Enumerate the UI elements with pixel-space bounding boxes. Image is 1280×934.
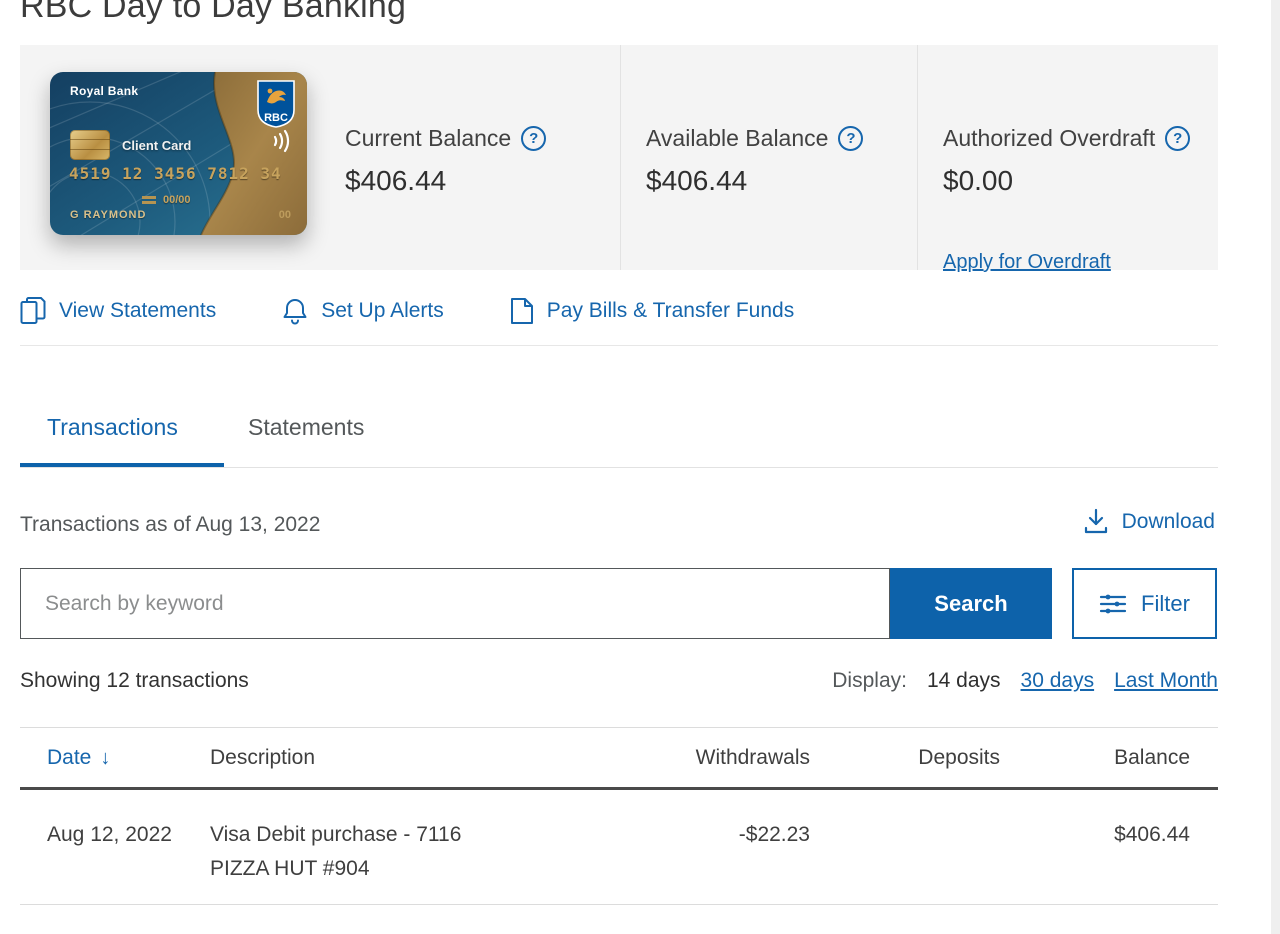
card-holder-name: G RAYMOND bbox=[70, 209, 147, 221]
column-header-withdrawals: Withdrawals bbox=[695, 746, 810, 769]
card-chip bbox=[70, 130, 110, 160]
help-icon[interactable]: ? bbox=[838, 126, 864, 151]
available-balance-label: Available Balance bbox=[646, 125, 829, 151]
tabs-baseline bbox=[20, 467, 1218, 468]
contactless-icon bbox=[267, 128, 293, 154]
help-icon[interactable]: ? bbox=[1165, 126, 1191, 151]
description-line-2: PIZZA HUT #904 bbox=[210, 857, 370, 880]
set-up-alerts-link[interactable]: Set Up Alerts bbox=[282, 297, 444, 325]
download-label: Download bbox=[1121, 509, 1215, 533]
available-balance-value: $406.44 bbox=[646, 165, 748, 196]
account-page: RBC Day to Day Banking Royal Bank RBC Cl… bbox=[0, 0, 1280, 934]
table-row: Aug 12, 2022 Visa Debit purchase - 7116 … bbox=[20, 790, 1218, 905]
page-title: RBC Day to Day Banking bbox=[20, 0, 407, 25]
showing-count-text: Showing 12 transactions bbox=[20, 669, 249, 692]
tab-statements[interactable]: Statements bbox=[248, 414, 364, 441]
available-balance-section: Available Balance ? $406.44 bbox=[620, 45, 917, 270]
range-14-days: 14 days bbox=[926, 669, 1001, 692]
search-button[interactable]: Search bbox=[890, 568, 1052, 639]
view-statements-link[interactable]: View Statements bbox=[20, 297, 216, 325]
apply-for-overdraft-link[interactable]: Apply for Overdraft bbox=[943, 251, 1111, 274]
table-header: Date ↓ Description Withdrawals Deposits … bbox=[20, 727, 1218, 790]
pay-bills-transfer-label: Pay Bills & Transfer Funds bbox=[546, 299, 795, 322]
card-bank-name: Royal Bank bbox=[70, 84, 139, 98]
current-balance-value: $406.44 bbox=[345, 165, 447, 196]
display-label: Display: bbox=[832, 669, 907, 692]
download-icon bbox=[1083, 508, 1109, 535]
current-balance-label: Current Balance bbox=[345, 125, 512, 151]
pay-bills-transfer-link[interactable]: Pay Bills & Transfer Funds bbox=[510, 297, 794, 325]
card-type-label: Client Card bbox=[122, 138, 192, 153]
view-statements-label: View Statements bbox=[59, 299, 217, 322]
column-header-deposits: Deposits bbox=[918, 746, 1000, 769]
transaction-description: Visa Debit purchase - 7116 PIZZA HUT #90… bbox=[210, 823, 610, 881]
filter-button[interactable]: Filter bbox=[1072, 568, 1217, 639]
statements-icon bbox=[20, 297, 46, 325]
rbc-logo: RBC bbox=[257, 80, 295, 128]
account-summary-panel: Royal Bank RBC Client Card 4519 12 3456 … bbox=[20, 45, 1218, 273]
bell-icon bbox=[282, 297, 308, 325]
display-range-row: Display: 14 days 30 days Last Month bbox=[832, 669, 1218, 693]
authorized-overdraft-section: Authorized Overdraft ? $0.00 Apply for O… bbox=[917, 45, 1218, 273]
current-balance-section: Royal Bank RBC Client Card 4519 12 3456 … bbox=[20, 45, 620, 270]
range-30-days-link[interactable]: 30 days bbox=[1021, 669, 1095, 693]
transactions-as-of-text: Transactions as of Aug 13, 2022 bbox=[20, 513, 321, 536]
quick-links-row: View Statements Set Up Alerts Pay Bills … bbox=[20, 293, 1218, 329]
authorized-overdraft-value: $0.00 bbox=[943, 165, 1014, 196]
scrollbar[interactable] bbox=[1271, 0, 1280, 934]
column-header-balance: Balance bbox=[1114, 746, 1190, 769]
card-code: 00 bbox=[278, 209, 291, 221]
section-divider bbox=[20, 345, 1218, 346]
document-icon bbox=[510, 297, 534, 325]
client-card-image: Royal Bank RBC Client Card 4519 12 3456 … bbox=[50, 72, 307, 235]
column-header-description: Description bbox=[210, 746, 316, 769]
svg-text:RBC: RBC bbox=[264, 112, 288, 124]
card-expiry: 00/00 bbox=[163, 194, 191, 206]
range-last-month-link[interactable]: Last Month bbox=[1114, 669, 1218, 693]
transaction-balance: $406.44 bbox=[1114, 823, 1190, 846]
column-header-date[interactable]: Date ↓ bbox=[47, 728, 207, 788]
expiry-label-ticks bbox=[142, 196, 156, 206]
set-up-alerts-label: Set Up Alerts bbox=[321, 299, 444, 322]
tab-transactions[interactable]: Transactions bbox=[47, 414, 178, 441]
download-link[interactable]: Download bbox=[1083, 508, 1215, 535]
help-icon[interactable]: ? bbox=[521, 126, 547, 151]
transaction-withdrawal: -$22.23 bbox=[738, 823, 810, 846]
search-input[interactable] bbox=[20, 568, 890, 639]
sliders-icon bbox=[1099, 592, 1127, 616]
card-number: 4519 12 3456 7812 34 bbox=[69, 164, 282, 183]
sort-descending-icon: ↓ bbox=[100, 746, 111, 769]
description-line-1: Visa Debit purchase - 7116 bbox=[210, 823, 462, 846]
date-header-label: Date bbox=[47, 746, 92, 769]
transaction-date: Aug 12, 2022 bbox=[47, 823, 172, 846]
authorized-overdraft-label: Authorized Overdraft bbox=[943, 125, 1156, 151]
filter-label: Filter bbox=[1141, 590, 1190, 616]
